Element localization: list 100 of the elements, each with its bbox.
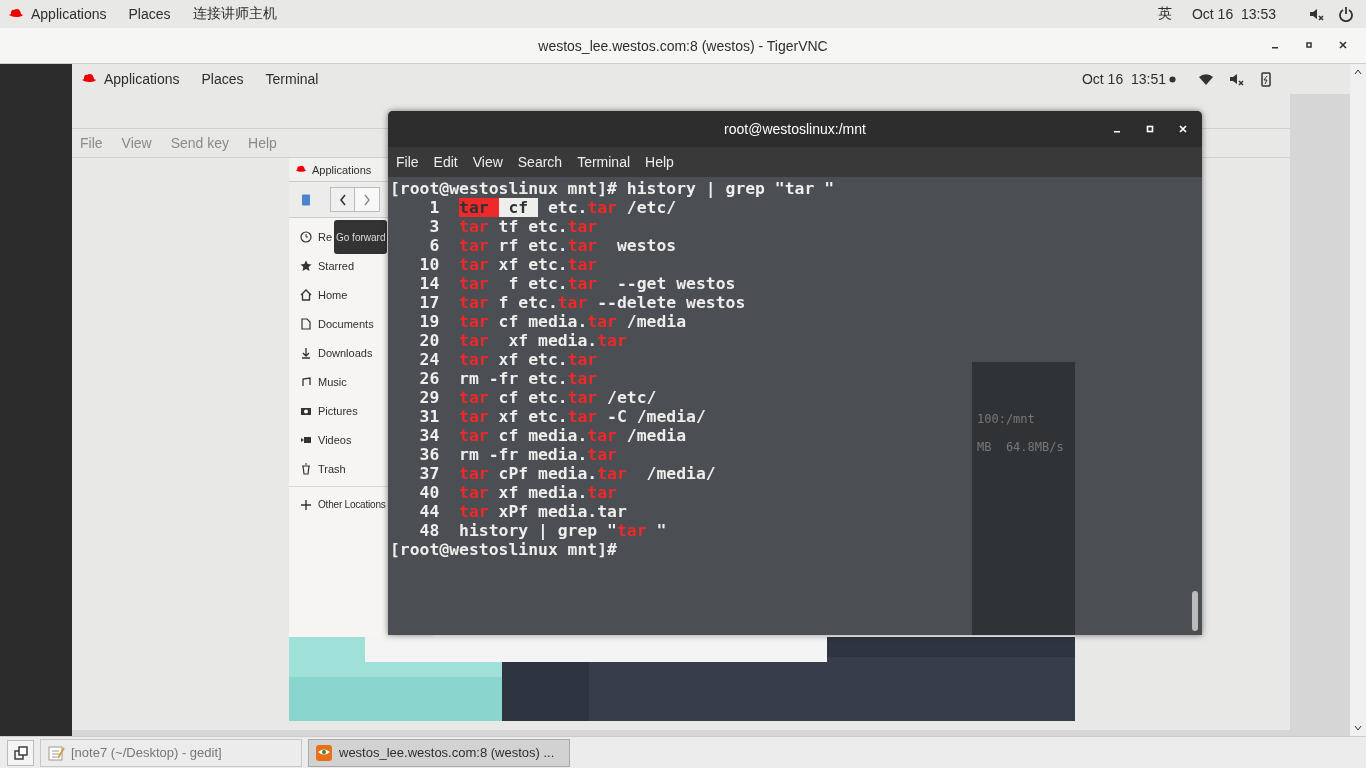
line-number: 34	[418, 426, 440, 445]
clock[interactable]: Oct 16 13:51	[1081, 71, 1166, 87]
terminal-line: tar cf etc.tar /etc/	[459, 198, 677, 217]
power-icon[interactable]	[1338, 6, 1354, 22]
windows-icon	[13, 745, 28, 760]
maximize-icon[interactable]	[1304, 40, 1314, 50]
terminal-line: [root@westoslinux mnt]#	[390, 540, 617, 559]
back-button[interactable]	[330, 187, 355, 212]
top-bar-menu[interactable]: 连接讲师主机	[192, 5, 277, 23]
chevron-right-icon	[363, 193, 371, 206]
hat-icon	[295, 165, 307, 174]
chevron-left-icon	[338, 193, 347, 206]
line-number: 29	[418, 388, 440, 407]
terminal-line: rm -fr media.tar	[459, 445, 617, 464]
terminal-line: tar f etc.tar --get westos	[459, 274, 736, 293]
menu-item[interactable]: Search	[517, 154, 563, 170]
scrollbar-thumb[interactable]	[1192, 591, 1198, 631]
background-text: 100:/mnt	[977, 412, 1036, 426]
trash-icon	[300, 462, 312, 475]
file-icon	[302, 193, 310, 206]
volume-muted-icon[interactable]	[1308, 6, 1324, 22]
top-bar-menu[interactable]: Terminal	[265, 71, 319, 87]
terminal-line: tar xf etc.tar	[459, 350, 598, 369]
show-desktop-button[interactable]	[7, 739, 34, 766]
terminal-line: history | grep "tar "	[459, 521, 667, 540]
line-number: 14	[418, 274, 440, 293]
top-bar-menu[interactable]: Applications	[104, 71, 180, 87]
terminal-line: tar cf media.tar /media	[459, 312, 687, 331]
hat-icon	[8, 8, 24, 20]
terminal-line: tar tf etc.tar	[459, 217, 598, 236]
sidebar-item[interactable]: Trash	[289, 454, 346, 483]
top-bar-menu[interactable]: Places	[201, 71, 244, 87]
line-number: 24	[418, 350, 440, 369]
terminal-line: tar cf etc.tar /etc/	[459, 388, 657, 407]
taskbar-item[interactable]: westos_lee.westos.com:8 (westos) ...	[308, 738, 570, 767]
line-number: 36	[418, 445, 440, 464]
terminal-line: tar xf etc.tar	[459, 255, 598, 274]
menu-item[interactable]: View	[472, 154, 503, 170]
terminal-line: tar xf etc.tar -C /media/	[459, 407, 706, 426]
terminal-line: tar f etc.tar --delete westos	[459, 293, 746, 312]
maximize-icon[interactable]	[1145, 124, 1155, 134]
taskbar-item[interactable]: [note7 (~/Desktop) - gedit]	[40, 738, 302, 767]
terminal-line: tar xf media.tar	[459, 331, 627, 350]
clock[interactable]: Oct 16 13:53	[1191, 6, 1276, 22]
sidebar-item[interactable]: Home	[289, 280, 348, 309]
line-number: 3	[428, 217, 440, 236]
terminal-line: tar xf media.tar	[459, 483, 617, 502]
sidebar-item[interactable]: Starred	[289, 251, 355, 280]
wifi-icon[interactable]	[1198, 71, 1214, 87]
top-bar-menu[interactable]: Applications	[31, 6, 107, 22]
sidebar-item[interactable]: Music	[289, 367, 347, 396]
line-number: 10	[418, 255, 440, 274]
terminal-line: tar xPf media.tar	[459, 502, 627, 521]
line-number: 37	[418, 464, 440, 483]
record-dot-icon	[1169, 75, 1176, 83]
terminal-line: [root@westoslinux mnt]# history | grep "tar "	[390, 179, 835, 198]
menu-item[interactable]: Help	[645, 154, 674, 170]
sidebar-item[interactable]: Documents	[289, 309, 374, 338]
terminal-line: tar rf etc.tar westos	[459, 236, 677, 255]
tooltip: Go forward	[334, 220, 388, 254]
sidebar-item[interactable]: Other Locations	[289, 490, 386, 519]
plus-icon	[300, 498, 312, 511]
menu-item[interactable]: File	[396, 154, 419, 170]
line-number: 1	[428, 198, 440, 217]
sidebar-item[interactable]: Videos	[289, 425, 352, 454]
sidebar-item[interactable]: Downloads	[289, 338, 373, 367]
line-number: 40	[418, 483, 440, 502]
line-number: 44	[418, 502, 440, 521]
background-text: MB 64.8MB/s	[977, 440, 1065, 454]
window-title: westos_lee.westos.com:8 (westos) - TigerVNC	[538, 37, 828, 54]
document-icon	[300, 317, 312, 330]
line-number: 48	[418, 521, 440, 540]
terminal-line: tar cf media.tar /media	[459, 426, 687, 445]
input-method-indicator[interactable]: 英	[1157, 5, 1172, 23]
top-bar-menu[interactable]: Places	[128, 6, 171, 22]
house-icon	[300, 288, 312, 301]
sidebar-item[interactable]: Re	[289, 222, 333, 251]
clock-icon	[300, 230, 312, 243]
menu-item[interactable]: Edit	[433, 154, 458, 170]
line-number: 19	[418, 312, 440, 331]
terminal-line: tar cPf media.tar /media/	[459, 464, 716, 483]
eye-icon	[315, 743, 333, 762]
notepad-icon	[47, 743, 65, 762]
volume-muted-icon[interactable]	[1228, 71, 1244, 87]
battery-icon[interactable]	[1258, 71, 1274, 87]
close-icon[interactable]	[1338, 40, 1348, 50]
download-arrow-icon	[300, 346, 312, 359]
window-title: root@westoslinux:/mnt	[724, 121, 866, 137]
scroll-up-icon[interactable]	[1353, 67, 1363, 77]
line-number: 6	[428, 236, 440, 255]
line-number: 31	[418, 407, 440, 426]
terminal-line: rm -fr etc.tar	[459, 369, 598, 388]
line-number: 17	[418, 293, 440, 312]
sidebar-item[interactable]: Pictures	[289, 396, 358, 425]
menu-item[interactable]: Terminal	[577, 154, 631, 170]
hat-icon	[81, 73, 97, 85]
line-number: 26	[418, 369, 440, 388]
scroll-down-icon[interactable]	[1353, 723, 1363, 733]
star-icon	[300, 259, 312, 272]
line-number: 20	[418, 331, 440, 350]
